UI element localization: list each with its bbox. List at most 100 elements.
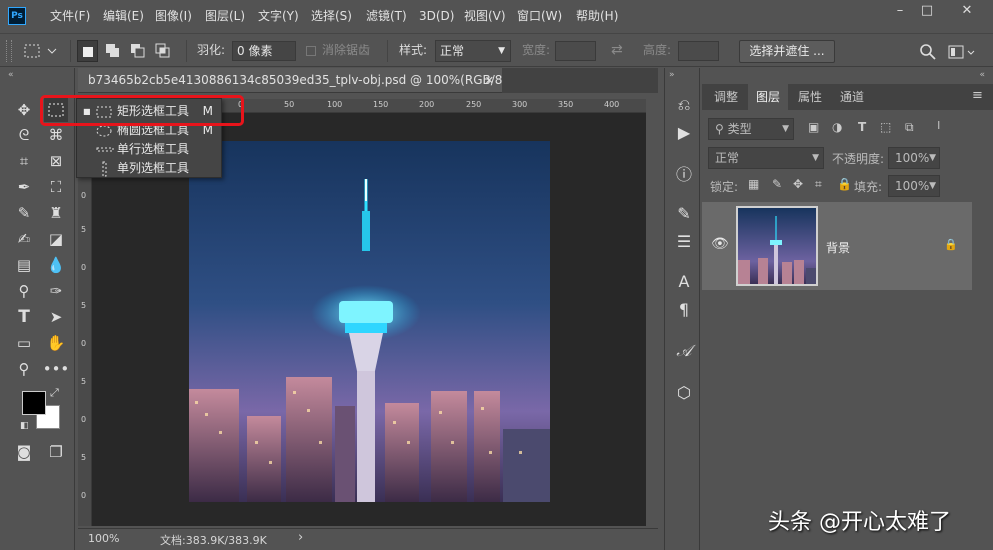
new-selection-button[interactable] [77, 40, 98, 62]
history-panel-button[interactable]: ⎌ [673, 94, 695, 116]
panel-menu-icon[interactable]: ≡ [972, 88, 983, 103]
eraser-tool[interactable]: ◪ [44, 227, 68, 251]
blur-tool[interactable]: 💧 [44, 253, 68, 277]
path-select-tool[interactable]: ➤ [44, 305, 68, 329]
expand-icon[interactable]: » [669, 70, 675, 80]
rectangle-tool[interactable]: ▭ [12, 331, 36, 355]
history-brush-tool[interactable]: ✍ [12, 227, 36, 251]
frame-tool[interactable]: ⊠ [44, 149, 68, 173]
brush-settings-button[interactable]: ✎ [673, 202, 695, 224]
menu-layer[interactable]: 图层(L) [205, 0, 245, 32]
filter-shape-icon[interactable]: ⬚ [880, 120, 891, 134]
swap-colors-icon[interactable]: ⤢ [50, 386, 59, 400]
height-input[interactable] [678, 41, 719, 61]
search-icon[interactable] [919, 43, 937, 61]
subtract-selection-icon[interactable] [130, 43, 146, 59]
lock-transparent-icon[interactable]: ▦ [748, 177, 759, 191]
lock-artboard-icon[interactable]: ⌗ [815, 177, 822, 192]
menu-file[interactable]: 文件(F) [50, 0, 90, 32]
filter-adjustment-icon[interactable]: ◑ [832, 120, 842, 134]
menu-view[interactable]: 视图(V) [464, 0, 506, 32]
zoom-tool[interactable]: ⚲ [12, 357, 36, 381]
zoom-level[interactable]: 100% [88, 532, 119, 545]
fill-input[interactable]: 100% ▼ [888, 175, 940, 197]
default-colors-icon[interactable]: ◧ [20, 421, 29, 431]
intersect-selection-icon[interactable] [155, 43, 171, 59]
menu-window[interactable]: 窗口(W) [517, 0, 562, 32]
antialias-checkbox[interactable] [306, 46, 316, 56]
collapse-icon[interactable]: « [979, 70, 985, 80]
info-panel-button[interactable]: ⓘ [673, 162, 695, 184]
gradient-tool[interactable]: ▤ [12, 253, 36, 277]
crop-tool[interactable]: ⌗ [12, 149, 36, 173]
ruler-label: 400 [604, 100, 620, 109]
glyphs-panel-button[interactable]: 𝒜 [673, 340, 695, 362]
feather-input[interactable]: 0 像素 [232, 41, 296, 61]
tool-preset-picker[interactable] [22, 42, 66, 60]
stamp-tool[interactable]: ♜ [44, 201, 68, 225]
eyedropper-tool[interactable]: ✒ [12, 175, 36, 199]
hand-tool[interactable]: ✋ [44, 331, 68, 355]
screen-mode-button[interactable]: ❐ [44, 440, 68, 464]
brush-tool[interactable]: ✎ [12, 201, 36, 225]
3d-panel-button[interactable]: ⬡ [673, 381, 695, 403]
tab-channels[interactable]: 通道 [832, 84, 872, 110]
filter-pixel-icon[interactable]: ▣ [808, 120, 819, 134]
flyout-item-single-row-marquee[interactable]: 单行选框工具 [77, 140, 221, 159]
filter-smart-object-icon[interactable]: ⧉ [905, 120, 914, 135]
close-tab-icon[interactable]: ✕ [485, 68, 494, 92]
lock-all-icon[interactable]: 🔒 [837, 177, 852, 191]
swap-icon[interactable]: ⇄ [611, 34, 623, 66]
maximize-button[interactable]: □ [913, 0, 941, 22]
tab-properties[interactable]: 属性 [790, 84, 830, 110]
menu-3d[interactable]: 3D(D) [419, 0, 454, 32]
collapse-icon[interactable]: « [8, 70, 14, 80]
grip-handle[interactable] [6, 40, 12, 62]
status-menu-arrow[interactable]: › [298, 530, 303, 545]
menu-filter[interactable]: 滤镜(T) [366, 0, 407, 32]
filter-type-icon[interactable]: T [858, 120, 866, 134]
type-tool[interactable]: T [12, 305, 36, 329]
menu-select[interactable]: 选择(S) [311, 0, 352, 32]
move-tool[interactable]: ✥ [12, 98, 36, 122]
character-panel-button[interactable]: A [673, 270, 695, 292]
lock-position-icon[interactable]: ✥ [793, 177, 803, 191]
opacity-input[interactable]: 100% ▼ [888, 147, 940, 169]
actions-panel-button[interactable]: ▶ [673, 121, 695, 143]
lasso-tool[interactable]: ᘓ [12, 123, 36, 147]
layer-kind-filter[interactable]: ⚲ 类型 ▼ [708, 118, 794, 140]
lock-image-icon[interactable]: ✎ [772, 177, 782, 191]
vertical-scrollbar[interactable] [646, 99, 658, 526]
menu-type[interactable]: 文字(Y) [258, 0, 299, 32]
menu-image[interactable]: 图像(I) [155, 0, 192, 32]
layers-scrollbar[interactable] [972, 202, 993, 550]
city-tower-photo[interactable] [189, 141, 550, 502]
more-tools[interactable]: ••• [43, 357, 70, 381]
glyphs-icon: 𝒜 [676, 341, 692, 360]
quick-mask-button[interactable]: ◙ [12, 440, 36, 464]
adjust-panel-button[interactable]: ☰ [673, 230, 695, 252]
blend-mode-select[interactable]: 正常 ▼ [708, 147, 824, 169]
minimize-button[interactable]: – [886, 0, 914, 22]
object-select-tool[interactable]: ⛶ [44, 175, 68, 199]
document-tab[interactable]: b73465b2cb5e4130886134c85039ed35_tplv-ob… [78, 68, 502, 93]
filter-toggle-icon[interactable]: ⏽ [934, 118, 944, 133]
add-selection-icon[interactable] [105, 43, 121, 59]
workspace-icon[interactable] [948, 43, 976, 61]
select-and-mask-button[interactable]: 选择并遮住 ... [739, 40, 835, 63]
tab-layers[interactable]: 图层 [748, 84, 788, 110]
menu-edit[interactable]: 编辑(E) [103, 0, 144, 32]
menu-help[interactable]: 帮助(H) [576, 0, 618, 32]
eye-visibility-icon[interactable]: 👁 [711, 236, 729, 252]
width-input[interactable] [555, 41, 596, 61]
tab-adjustments[interactable]: 调整 [706, 84, 746, 110]
foreground-color-swatch[interactable] [22, 391, 46, 415]
dodge-tool[interactable]: ⚲ [12, 279, 36, 303]
quick-select-tool[interactable]: ⌘ [44, 123, 68, 147]
pen-tool[interactable]: ✑ [44, 279, 68, 303]
layer-row-background[interactable]: 👁 背景 🔒 [702, 202, 972, 290]
paragraph-panel-button[interactable]: ¶ [673, 298, 695, 320]
close-window-button[interactable]: ✕ [953, 0, 981, 22]
flyout-item-single-column-marquee[interactable]: 单列选框工具 [77, 159, 221, 178]
style-select[interactable]: 正常 ▼ [435, 40, 511, 62]
